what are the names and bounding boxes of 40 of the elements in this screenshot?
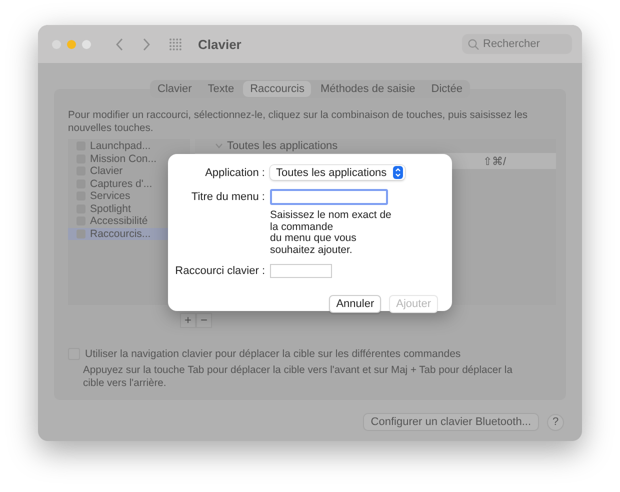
category-item[interactable]: Launchpad... [68, 140, 190, 152]
tab[interactable]: Méthodes de saisie [313, 81, 422, 97]
help-button[interactable]: ? [547, 414, 564, 430]
search-field[interactable]: Rechercher [462, 34, 572, 54]
stepper-icon [392, 166, 403, 179]
forward-icon[interactable] [142, 38, 151, 50]
window-title: Clavier [198, 36, 242, 52]
tab[interactable]: Raccourcis [243, 81, 312, 97]
field-label: Titre du menu : [190, 190, 265, 205]
group-row[interactable]: Toutes les applications [195, 139, 556, 153]
chevron-icon [215, 143, 223, 149]
back-icon[interactable] [115, 38, 124, 50]
application-popup[interactable]: Toutes les applications [270, 165, 405, 180]
minimize-button[interactable] [67, 40, 76, 48]
category-item[interactable]: Mission Con... [68, 152, 190, 165]
field-label: Application : [204, 166, 265, 181]
description-text: Pour modifier un raccourci, sélectionnez-le, cliquez sur la combinaison de touches, puis saisissez les nouvelles touches. [68, 109, 529, 135]
field-hint: Saisissez le nom exact de la commande du menu que vous souhaitez ajouter. [270, 210, 392, 256]
bluetooth-keyboard-button[interactable]: Configurer un clavier Bluetooth... [362, 413, 539, 431]
category-item[interactable]: Services [68, 190, 190, 202]
shortcut-field[interactable] [270, 264, 332, 278]
category-icon [76, 228, 86, 239]
menu-title-field[interactable] [270, 189, 388, 205]
checkbox-label: Utiliser la navigation clavier pour déplacer la cible sur les différentes commandes [85, 348, 461, 360]
add-button[interactable]: + [180, 313, 196, 328]
dialog-button[interactable]: Annuler [329, 295, 382, 313]
remove-button[interactable]: − [196, 313, 212, 328]
category-icon [76, 216, 86, 226]
grid-icon[interactable] [169, 38, 182, 50]
field-label: Raccourci clavier : [174, 264, 265, 279]
tab[interactable]: Clavier [150, 81, 199, 97]
help-text: Appuyez sur la touche Tab pour déplacer la cible vers l'avant et sur Maj + Tab pour déplacer la cible vers l'arrière. [83, 364, 514, 390]
zoom-button[interactable] [82, 40, 91, 48]
search-icon [468, 38, 479, 50]
category-item[interactable]: Captures d'... [68, 178, 190, 190]
tab[interactable]: Texte [200, 81, 242, 97]
category-item[interactable]: Spotlight [68, 202, 190, 215]
tab[interactable]: Dictée [424, 81, 470, 97]
category-item[interactable]: Accessibilité [68, 215, 190, 228]
category-item[interactable]: Clavier [68, 165, 190, 178]
